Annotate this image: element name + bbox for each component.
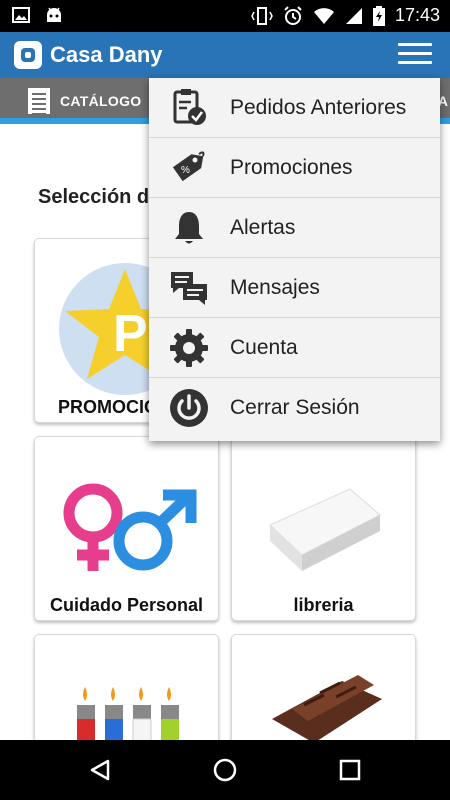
menu-button[interactable]: [398, 43, 432, 67]
price-tag-icon: %: [172, 151, 205, 182]
hamburger-icon: [398, 43, 432, 46]
menu-item-cerrar-sesion[interactable]: Cerrar Sesión: [149, 378, 440, 438]
menu-item-cuenta[interactable]: Cuenta: [149, 318, 440, 378]
vibrate-icon: [251, 6, 273, 25]
screen: 17:43 Casa Dany CATÁLOGO A Selección de …: [0, 0, 450, 800]
svg-text:%: %: [181, 165, 190, 176]
image-notification-icon: [12, 7, 30, 23]
category-card-cuidado-personal[interactable]: Cuidado Personal: [34, 436, 219, 621]
back-icon[interactable]: [88, 758, 112, 782]
menu-item-mensajes[interactable]: Mensajes: [149, 258, 440, 318]
alarm-icon: [284, 5, 302, 25]
menu-label: Cuenta: [230, 336, 298, 359]
document-list-icon: [28, 88, 50, 115]
tab-catalogo-label: CATÁLOGO: [60, 93, 142, 109]
app-logo-icon: [14, 41, 42, 69]
menu-label: Alertas: [230, 216, 296, 239]
navigation-bar: [0, 740, 450, 800]
menu-item-pedidos-anteriores[interactable]: Pedidos Anteriores: [149, 78, 440, 138]
overflow-menu: Pedidos Anteriores % Promociones Alertas: [149, 78, 440, 441]
status-time: 17:43: [394, 5, 440, 25]
recents-icon[interactable]: [338, 758, 362, 782]
lighters-icon: [77, 687, 179, 745]
battery-icon: [372, 5, 385, 26]
power-icon: [170, 389, 208, 427]
clipboard-check-icon: [173, 89, 206, 125]
category-label: Cuidado Personal: [49, 595, 204, 615]
status-bar: 17:43: [0, 0, 450, 32]
wifi-icon: [313, 7, 334, 24]
section-title: Selección de: [38, 186, 161, 208]
app-title: Casa Dany: [50, 42, 163, 67]
category-card-libreria[interactable]: libreria: [231, 436, 416, 621]
android-notification-icon: [47, 7, 61, 22]
bell-icon: [175, 212, 203, 244]
gender-symbols-icon: [63, 483, 197, 571]
svg-text:P: P: [113, 305, 148, 363]
app-bar: Casa Dany: [0, 32, 450, 78]
home-icon[interactable]: [212, 757, 238, 783]
signal-icon: [345, 7, 362, 24]
category-label: libreria: [293, 595, 354, 615]
menu-label: Promociones: [230, 156, 353, 179]
menu-label: Mensajes: [230, 276, 320, 299]
menu-label: Pedidos Anteriores: [230, 96, 407, 119]
menu-item-alertas[interactable]: Alertas: [149, 198, 440, 258]
gear-icon: [170, 329, 208, 367]
menu-label: Cerrar Sesión: [230, 396, 360, 419]
paper-stack-icon: [269, 488, 381, 571]
chat-bubbles-icon: [171, 272, 207, 305]
menu-item-promociones[interactable]: % Promociones: [149, 138, 440, 198]
chocolate-icon: [272, 675, 382, 743]
